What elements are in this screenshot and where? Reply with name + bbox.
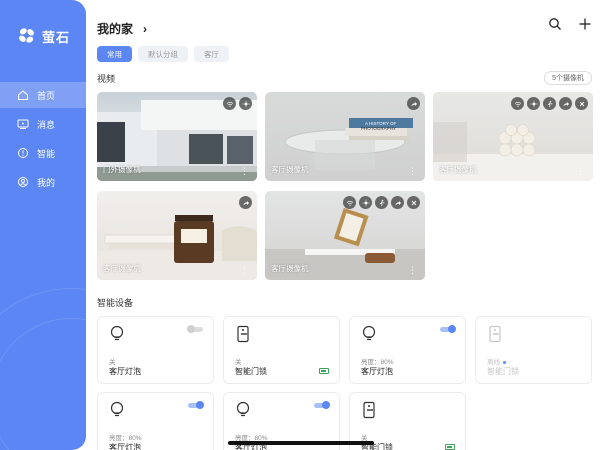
device-state: 关 — [109, 359, 116, 366]
camera-count-button[interactable]: 5个摄像机 — [544, 71, 592, 85]
camera-card[interactable]: 门外摄像机 ⋮ — [97, 92, 257, 181]
tab-common[interactable]: 常用 — [97, 46, 132, 62]
light-bulb-icon — [110, 325, 124, 341]
close-icon[interactable] — [407, 196, 420, 209]
offline-label: 离线 — [487, 359, 500, 366]
sidebar: 萤石 首页 消息 智能 我的 — [0, 0, 86, 450]
share-icon[interactable] — [407, 97, 420, 110]
page-title: 我的家 — [97, 22, 134, 36]
home-icon — [18, 90, 28, 100]
camera-controls — [511, 97, 588, 110]
more-options-icon[interactable]: ⋮ — [408, 167, 417, 176]
status-dot — [503, 360, 506, 364]
message-icon — [17, 119, 29, 129]
home-selector[interactable]: 我的家 › — [97, 20, 147, 37]
device-state: 关 — [235, 359, 242, 366]
tab-default-group[interactable]: 默认分组 — [138, 46, 188, 62]
power-toggle[interactable] — [188, 401, 204, 409]
header-actions — [548, 17, 592, 31]
camera-label: 客厅摄像机 — [439, 165, 477, 174]
sidebar-item-label: 智能 — [37, 148, 56, 159]
wifi-icon[interactable] — [343, 196, 356, 209]
camera-label: 客厅摄像机 — [271, 264, 309, 273]
brightness-icon[interactable] — [239, 97, 252, 110]
group-tabs: 常用 默认分组 客厅 — [97, 46, 229, 62]
more-options-icon[interactable]: ⋮ — [408, 266, 417, 275]
sidebar-nav: 首页 消息 智能 我的 — [0, 82, 86, 198]
battery-icon — [319, 368, 329, 374]
battery-icon — [445, 444, 455, 450]
motion-icon[interactable] — [543, 97, 556, 110]
device-name: 智能门锁 — [487, 367, 519, 376]
motion-icon[interactable] — [375, 196, 388, 209]
brightness-icon[interactable] — [527, 97, 540, 110]
device-state: 亮度：80% — [361, 359, 394, 366]
camera-controls — [239, 196, 252, 209]
sidebar-item-messages[interactable]: 消息 — [0, 111, 86, 137]
sidebar-item-label: 我的 — [37, 177, 56, 188]
svg-text:PHOTOGRAPHY: PHOTOGRAPHY — [361, 126, 396, 131]
app-root: 萤石 首页 消息 智能 我的 我的家 › 常用 默认分组 客厅 视频 5个摄像机… — [0, 0, 600, 450]
chevron-right-icon: › — [143, 21, 148, 36]
door-lock-icon — [489, 325, 501, 343]
camera-card[interactable]: 客厅摄像机 ⋮ — [433, 92, 593, 181]
close-icon[interactable] — [575, 97, 588, 110]
camera-controls — [343, 196, 420, 209]
door-lock-icon — [363, 401, 375, 419]
more-options-icon[interactable]: ⋮ — [240, 266, 249, 275]
light-bulb-icon — [110, 401, 124, 417]
device-card-lock[interactable]: 关 智能门锁 — [223, 316, 340, 384]
device-state: 亮度：80% — [109, 435, 142, 442]
sidebar-item-home[interactable]: 首页 — [0, 82, 86, 108]
camera-card[interactable]: 客厅摄像机 ⋮ — [97, 191, 257, 280]
brightness-icon[interactable] — [359, 196, 372, 209]
light-bulb-icon — [236, 401, 250, 417]
device-state: 离线 — [487, 356, 506, 366]
device-name: 客厅灯泡 — [361, 367, 393, 376]
wifi-icon[interactable] — [223, 97, 236, 110]
more-options-icon[interactable]: ⋮ — [240, 167, 249, 176]
camera-label: 客厅摄像机 — [271, 165, 309, 174]
devices-section-title: 智能设备 — [97, 298, 134, 308]
device-card-bulb[interactable]: 亮度：80% 客厅灯泡 — [349, 316, 466, 384]
sidebar-item-profile[interactable]: 我的 — [0, 169, 86, 195]
brand-name: 萤石 — [42, 29, 71, 45]
power-toggle[interactable] — [187, 325, 203, 333]
power-toggle[interactable] — [440, 325, 456, 333]
light-bulb-icon — [362, 325, 376, 341]
camera-controls — [223, 97, 252, 110]
tab-living-room[interactable]: 客厅 — [194, 46, 229, 62]
add-icon[interactable] — [578, 17, 592, 31]
sidebar-item-label: 消息 — [37, 119, 56, 130]
video-section-title: 视频 — [97, 74, 116, 84]
camera-label: 客厅摄像机 — [103, 264, 141, 273]
wifi-icon[interactable] — [511, 97, 524, 110]
device-card-bulb[interactable]: 关 客厅灯泡 — [97, 316, 214, 384]
sidebar-item-smart[interactable]: 智能 — [0, 140, 86, 166]
device-name: 客厅灯泡 — [109, 367, 141, 376]
share-icon[interactable] — [559, 97, 572, 110]
sidebar-item-label: 首页 — [37, 90, 56, 101]
door-lock-icon — [237, 325, 249, 343]
search-icon[interactable] — [548, 17, 562, 31]
device-name: 客厅灯泡 — [109, 443, 141, 450]
camera-label: 门外摄像机 — [103, 165, 141, 174]
ezviz-logo-icon — [19, 28, 34, 43]
smart-icon — [18, 148, 28, 158]
camera-controls — [407, 97, 420, 110]
brand-logo: 萤石 — [16, 25, 70, 47]
device-card-bulb[interactable]: 亮度：80% 客厅灯泡 — [97, 392, 214, 450]
share-icon[interactable] — [239, 196, 252, 209]
camera-card[interactable]: 客厅摄像机 ⋮ — [265, 191, 425, 280]
device-name: 智能门锁 — [235, 367, 267, 376]
share-icon[interactable] — [391, 196, 404, 209]
camera-card[interactable]: A HISTORY OF PHOTOGRAPHY 客厅摄像机 ⋮ — [265, 92, 425, 181]
power-toggle[interactable] — [314, 401, 330, 409]
device-card-lock-offline[interactable]: 离线 智能门锁 — [475, 316, 592, 384]
home-indicator[interactable] — [228, 441, 374, 445]
profile-icon — [18, 177, 28, 187]
more-options-icon[interactable]: ⋮ — [576, 167, 585, 176]
